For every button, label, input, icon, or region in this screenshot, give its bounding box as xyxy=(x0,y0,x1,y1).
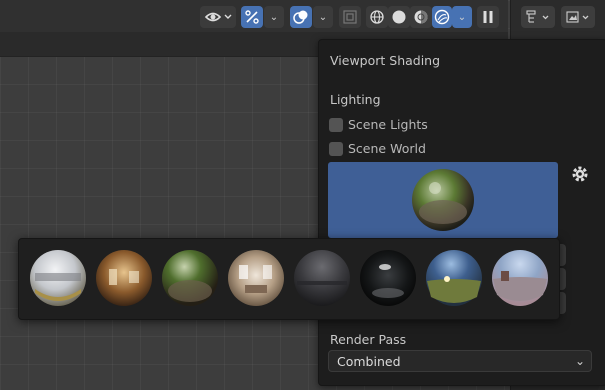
chevron-down-icon: ⌄ xyxy=(269,11,279,23)
render-pass-dropdown[interactable]: Combined ⌄ xyxy=(328,350,592,372)
gizmo-toggle-button[interactable] xyxy=(241,6,263,28)
hdri-thumb-courtyard[interactable] xyxy=(95,249,153,307)
filter-dropdown[interactable] xyxy=(561,6,595,28)
hdri-thumb-interior[interactable] xyxy=(227,249,285,307)
chevron-down-icon: ⌄ xyxy=(318,11,328,23)
render-pass-value: Combined xyxy=(337,353,401,369)
hdri-thumb-sunrise[interactable] xyxy=(425,249,483,307)
gear-icon[interactable] xyxy=(570,164,590,184)
forest-hdri-sphere xyxy=(412,169,474,231)
overlays-icon xyxy=(293,10,308,24)
hdri-thumb-studio[interactable] xyxy=(359,249,417,307)
wireframe-shading-button[interactable] xyxy=(366,6,388,28)
material-preview-shading-button[interactable] xyxy=(410,6,432,28)
scene-lights-checkbox[interactable]: Scene Lights xyxy=(329,117,428,132)
scene-world-checkbox[interactable]: Scene World xyxy=(329,141,426,156)
gizmo-dropdown[interactable]: ⌄ xyxy=(264,6,284,28)
hdri-thumb-night[interactable] xyxy=(293,249,351,307)
chevron-down-icon: ⌄ xyxy=(574,354,585,368)
xray-icon xyxy=(343,10,357,24)
scene-lights-label: Scene Lights xyxy=(348,117,428,132)
outliner-list-icon xyxy=(526,10,549,23)
popover-title: Viewport Shading xyxy=(330,53,441,68)
checkbox-box[interactable] xyxy=(329,117,343,132)
hdri-picker xyxy=(18,238,560,320)
rendered-shading-icon xyxy=(434,9,450,25)
visibility-dropdown[interactable] xyxy=(200,6,236,28)
display-mode-dropdown[interactable] xyxy=(521,6,555,28)
material-preview-shading-icon xyxy=(414,10,428,24)
hdri-preview-button[interactable] xyxy=(328,162,558,238)
xray-toggle-button[interactable] xyxy=(339,6,361,28)
visibility-eye-icon xyxy=(204,12,232,22)
hdri-thumb-city[interactable] xyxy=(29,249,87,307)
overlays-dropdown[interactable]: ⌄ xyxy=(313,6,333,28)
rendered-shading-button[interactable] xyxy=(432,6,452,28)
image-icon xyxy=(566,11,589,23)
pause-icon xyxy=(483,11,493,23)
hdri-thumb-sunset[interactable] xyxy=(491,249,549,307)
render-pass-label: Render Pass xyxy=(330,332,407,347)
lighting-label: Lighting xyxy=(330,92,381,107)
pause-render-button[interactable] xyxy=(477,6,499,28)
wireframe-shading-icon xyxy=(370,10,384,24)
scene-world-label: Scene World xyxy=(348,141,426,156)
checkbox-box[interactable] xyxy=(329,141,343,156)
viewport-shading-popover: Viewport Shading Lighting Scene Lights S… xyxy=(318,39,605,386)
gizmo-icon xyxy=(245,10,259,24)
hdri-thumb-forest[interactable] xyxy=(161,249,219,307)
solid-shading-button[interactable] xyxy=(388,6,410,28)
solid-shading-icon xyxy=(392,10,406,24)
overlays-toggle-button[interactable] xyxy=(290,6,312,28)
chevron-down-icon: ⌄ xyxy=(457,11,467,23)
shading-dropdown[interactable]: ⌄ xyxy=(452,6,472,28)
